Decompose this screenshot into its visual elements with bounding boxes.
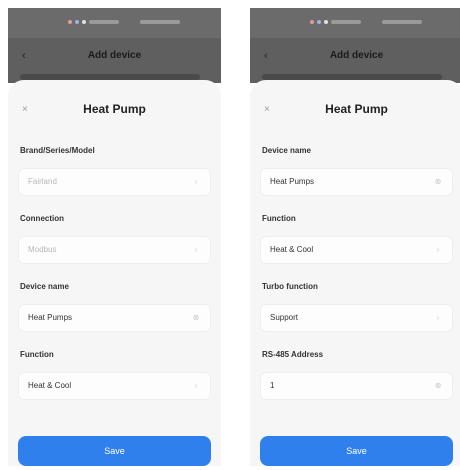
- nav-title: Add device: [329, 50, 384, 61]
- clear-icon[interactable]: ⊗: [433, 381, 443, 391]
- field-label-device-name: Device name: [20, 282, 69, 291]
- sheet-header: × Heat Pump: [8, 100, 221, 122]
- brand-field[interactable]: Fairland ›: [18, 168, 211, 196]
- chevron-right-icon: ›: [194, 177, 198, 186]
- notification-icon: [324, 20, 328, 24]
- phone-screen-right: ‹ Add device × Heat Pump Device name Hea…: [250, 8, 460, 466]
- notification-icon: [82, 20, 86, 24]
- nav-title: Add device: [87, 50, 142, 61]
- save-button[interactable]: Save: [18, 436, 211, 466]
- wifi-icon: [75, 20, 79, 24]
- battery-icon: [382, 20, 422, 24]
- rs485-address-field[interactable]: 1 ⊗: [260, 372, 453, 400]
- function-field[interactable]: Heat & Cool ›: [260, 236, 453, 264]
- turbo-function-value: Support: [270, 313, 299, 322]
- chevron-right-icon: ›: [194, 381, 198, 390]
- clear-icon[interactable]: ⊗: [191, 313, 201, 323]
- status-icons: [68, 17, 218, 27]
- background-nav: ‹ Add device: [8, 38, 221, 83]
- rs485-address-value: 1: [270, 381, 275, 390]
- signal-icon: [310, 20, 314, 24]
- device-name-value: Heat Pumps: [28, 313, 73, 322]
- wifi-icon: [317, 20, 321, 24]
- background-nav: ‹ Add device: [250, 38, 460, 83]
- status-bar: [8, 8, 221, 38]
- field-label-brand: Brand/Series/Model: [20, 146, 95, 155]
- chevron-right-icon: ›: [436, 313, 440, 322]
- function-value: Heat & Cool: [270, 245, 314, 254]
- field-label-rs485: RS-485 Address: [262, 350, 324, 359]
- function-value: Heat & Cool: [28, 381, 72, 390]
- device-name-field[interactable]: Heat Pumps ⊗: [260, 168, 453, 196]
- chevron-right-icon: ›: [194, 245, 198, 254]
- field-label-turbo: Turbo function: [262, 282, 318, 291]
- chevron-right-icon: ›: [436, 245, 440, 254]
- field-label-device-name: Device name: [262, 146, 311, 155]
- brand-value: Fairland: [28, 177, 57, 186]
- sheet-title: Heat Pump: [83, 102, 146, 116]
- phone-screen-left: ‹ Add device × Heat Pump Brand/Series/Mo…: [8, 8, 221, 466]
- time-icon: [331, 20, 361, 24]
- field-label-function: Function: [262, 214, 296, 223]
- connection-value: Modbus: [28, 245, 57, 254]
- sheet-title: Heat Pump: [325, 102, 388, 116]
- bottom-sheet: × Heat Pump Device name Heat Pumps ⊗ Fun…: [250, 80, 460, 466]
- turbo-function-field[interactable]: Support ›: [260, 304, 453, 332]
- device-name-value: Heat Pumps: [270, 177, 315, 186]
- clear-icon[interactable]: ⊗: [433, 177, 443, 187]
- time-icon: [89, 20, 119, 24]
- status-bar: [250, 8, 460, 38]
- field-label-connection: Connection: [20, 214, 64, 223]
- bottom-sheet: × Heat Pump Brand/Series/Model Fairland …: [8, 80, 221, 466]
- connection-field[interactable]: Modbus ›: [18, 236, 211, 264]
- device-name-field[interactable]: Heat Pumps ⊗: [18, 304, 211, 332]
- signal-icon: [68, 20, 72, 24]
- sheet-header: × Heat Pump: [250, 100, 460, 122]
- function-field[interactable]: Heat & Cool ›: [18, 372, 211, 400]
- status-icons: [310, 17, 460, 27]
- save-button[interactable]: Save: [260, 436, 453, 466]
- battery-icon: [140, 20, 180, 24]
- field-label-function: Function: [20, 350, 54, 359]
